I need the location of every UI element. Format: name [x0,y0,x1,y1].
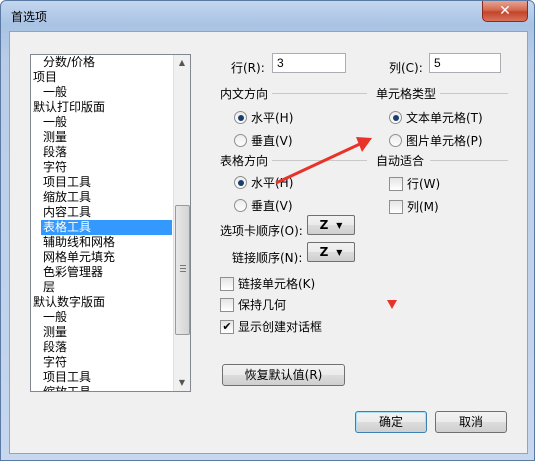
category-item[interactable]: 一般 [31,115,174,130]
checkmark-icon: ✔ [220,319,234,334]
divider [272,160,367,161]
auto-fit-rows-checkbox[interactable]: 行(W) [389,175,440,192]
columns-input[interactable] [429,53,501,73]
checkbox-label: 行(W) [407,177,441,191]
category-scrollbar[interactable]: ▲ ▼ [173,55,190,391]
checkbox-label: 保持几何 [238,298,287,312]
category-item[interactable]: 网格单元填充 [31,250,174,265]
category-item[interactable]: 字符 [31,355,174,370]
category-item[interactable]: 色彩管理器 [31,265,174,280]
chevron-down-icon: ▼ [336,220,343,230]
category-item[interactable]: 测量 [31,325,174,340]
table-direction-vertical-radio[interactable]: 垂直(V) [234,197,293,214]
dialog-body: 分数/价格 项目 一般 默认打印版面 一般 测量 段落 字符 项目工具 缩放工具 内容工具 表格工具辅… [9,31,528,454]
divider [272,93,367,94]
divider [440,93,508,94]
link-order-dropdown[interactable]: Z ▼ [307,242,355,262]
columns-label: 列(C): [389,61,423,75]
link-order-value: Z [319,245,329,259]
auto-fit-label: 自动适合 [376,154,425,168]
rows-input[interactable] [272,53,346,73]
category-item[interactable]: 默认打印版面 [31,100,174,115]
radio-label: 水平(H) [251,111,294,125]
scroll-down-icon[interactable]: ▼ [174,375,190,391]
picture-cell-radio[interactable]: 图片单元格(P) [389,132,483,149]
category-item[interactable]: 缩放工具 [31,190,174,205]
rows-label: 行(R): [231,61,265,75]
radio-label: 垂直(V) [251,134,293,148]
category-item[interactable]: 项目工具 [31,175,174,190]
category-list[interactable]: 分数/价格 项目 一般 默认打印版面 一般 测量 段落 字符 项目工具 缩放工具 内容工具 表格工具辅… [30,54,191,392]
checkbox-label: 列(M) [407,200,439,214]
scroll-up-icon[interactable]: ▲ [174,55,190,71]
text-direction-label: 内文方向 [220,87,269,101]
category-item[interactable]: 层 [31,280,174,295]
link-cells-checkbox[interactable]: 链接单元格(K) [220,275,315,292]
category-item[interactable]: 项目工具 [31,370,174,385]
auto-fit-columns-checkbox[interactable]: 列(M) [389,198,439,215]
category-items: 分数/价格 项目 一般 默认打印版面 一般 测量 段落 字符 项目工具 缩放工具 内容工具 表格工具辅… [31,55,174,391]
preferences-dialog: 首选项 ✕ 分数/价格 项目 一般 默认打印版面 一般 测量 段落 字符 项目工具 缩放工具 内容工… [0,0,535,461]
category-item[interactable]: 缩放工具 [31,385,174,391]
table-direction-label: 表格方向 [220,154,269,168]
tab-order-label: 选项卡顺序(O): [220,224,303,238]
radio-label: 水平(H) [251,176,294,190]
category-item[interactable]: 项目 [31,70,174,85]
link-order-label: 链接顺序(N): [232,251,303,265]
category-item[interactable]: 内容工具 [31,205,174,220]
table-direction-horizontal-radio[interactable]: 水平(H) [234,174,293,191]
radio-label: 垂直(V) [251,199,293,213]
divider [430,160,508,161]
window-title: 首选项 [11,10,48,24]
category-item[interactable]: 表格工具 [41,220,172,235]
category-item[interactable]: 字符 [31,160,174,175]
tab-order-value: Z [319,218,329,232]
cell-type-label: 单元格类型 [376,87,437,101]
text-cell-radio[interactable]: 文本单元格(T) [389,109,483,126]
scrollbar-thumb[interactable] [175,205,190,335]
ok-button[interactable]: 确定 [355,411,427,433]
close-button[interactable]: ✕ [482,1,528,22]
restore-defaults-button[interactable]: 恢复默认值(R) [222,364,345,386]
category-item[interactable]: 默认数字版面 [31,295,174,310]
category-item[interactable]: 段落 [31,145,174,160]
checkbox-label: 显示创建对话框 [238,320,323,334]
checkbox-label: 链接单元格(K) [238,277,316,291]
tab-order-dropdown[interactable]: Z ▼ [307,215,355,235]
text-direction-horizontal-radio[interactable]: 水平(H) [234,109,293,126]
cancel-button[interactable]: 取消 [435,411,507,433]
category-item[interactable]: 一般 [31,310,174,325]
category-item[interactable]: 段落 [31,340,174,355]
text-direction-vertical-radio[interactable]: 垂直(V) [234,132,293,149]
radio-label: 图片单元格(P) [406,134,483,148]
show-create-dialog-checkbox[interactable]: ✔ 显示创建对话框 [220,318,322,335]
keep-geometry-checkbox[interactable]: 保持几何 [220,296,286,313]
category-item[interactable]: 一般 [31,85,174,100]
category-item[interactable]: 测量 [31,130,174,145]
category-item[interactable]: 分数/价格 [31,55,174,70]
category-item[interactable]: 辅助线和网格 [31,235,174,250]
chevron-down-icon: ▼ [336,247,343,257]
close-icon: ✕ [499,3,511,19]
radio-label: 文本单元格(T) [406,111,483,125]
